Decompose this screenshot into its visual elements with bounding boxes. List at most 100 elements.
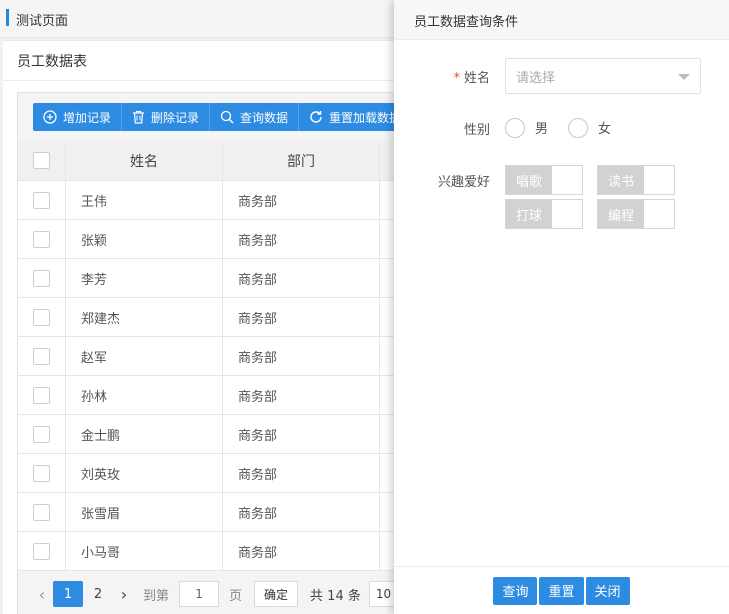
hobby-row: 兴趣爱好 唱歌 读书 打球 编程	[394, 165, 729, 229]
gender-male-radio[interactable]: 男	[505, 117, 549, 138]
cell-dept: 商务部	[223, 298, 380, 336]
gender-male-label: 男	[535, 122, 549, 137]
reset-button[interactable]: 重置	[539, 576, 584, 605]
row-select-cell	[18, 532, 66, 570]
name-select[interactable]: 请选择	[505, 58, 701, 94]
reload-data-label: 重置加载数据	[329, 110, 402, 125]
cell-dept: 商务部	[223, 454, 380, 492]
search-icon	[220, 110, 234, 124]
page-unit-label: 页	[229, 588, 243, 604]
tab-indicator	[6, 9, 9, 26]
cell-name: 金士鹏	[66, 415, 223, 453]
radio-circle	[568, 117, 589, 138]
hobby-switch-label: 读书	[598, 166, 644, 194]
row-checkbox[interactable]	[33, 308, 50, 326]
name-label-wrap: * 姓名	[394, 58, 505, 94]
next-page-icon[interactable]: ›	[113, 585, 135, 604]
row-select-cell	[18, 259, 66, 297]
column-header-name[interactable]: 姓名	[66, 141, 223, 180]
row-select-cell	[18, 220, 66, 258]
name-label: 姓名	[463, 71, 490, 86]
cell-name: 李芳	[66, 259, 223, 297]
drawer-footer: 查询 重置 关闭	[394, 566, 729, 614]
cell-name: 张颖	[66, 220, 223, 258]
row-checkbox[interactable]	[33, 464, 50, 482]
toolbar: 增加记录 删除记录 查询数据 重置加载数据	[33, 103, 413, 131]
row-checkbox[interactable]	[33, 269, 50, 287]
goto-confirm-button[interactable]: 确定	[254, 581, 299, 607]
cell-name: 张雪眉	[66, 493, 223, 531]
cell-name: 郑建杰	[66, 298, 223, 336]
hobby-label: 兴趣爱好	[437, 175, 490, 190]
add-record-label: 增加记录	[63, 110, 112, 125]
goto-label: 到第	[143, 588, 170, 604]
header-select-cell	[18, 141, 66, 180]
name-select-placeholder: 请选择	[516, 70, 556, 86]
cell-dept: 商务部	[223, 376, 380, 414]
trash-icon	[133, 110, 145, 124]
cell-dept: 商务部	[223, 532, 380, 570]
row-checkbox[interactable]	[33, 347, 50, 365]
column-header-dept[interactable]: 部门	[223, 141, 380, 180]
query-data-label: 查询数据	[240, 110, 289, 125]
goto-page-input[interactable]	[179, 581, 220, 607]
hobby-switch-group: 唱歌 读书 打球 编程	[505, 165, 675, 229]
cell-name: 王伟	[66, 181, 223, 219]
radio-circle	[505, 117, 525, 138]
row-checkbox[interactable]	[33, 542, 50, 560]
cell-dept: 商务部	[223, 493, 380, 531]
row-select-cell	[18, 493, 66, 531]
drawer-title: 员工数据查询条件	[394, 0, 729, 40]
row-select-cell	[18, 181, 66, 219]
page-1-button[interactable]: 1	[53, 581, 83, 607]
row-select-cell	[18, 298, 66, 336]
row-checkbox[interactable]	[33, 230, 50, 248]
plus-circle-icon	[43, 110, 57, 124]
hobby-switch-label: 编程	[598, 200, 644, 228]
cell-dept: 商务部	[223, 220, 380, 258]
gender-female-radio[interactable]: 女	[568, 117, 612, 138]
chevron-down-icon	[678, 74, 690, 80]
gender-label: 性别	[463, 123, 490, 138]
hobby-switch-reading[interactable]: 读书	[597, 165, 675, 195]
hobby-switch-label: 打球	[506, 200, 552, 228]
query-drawer: 员工数据查询条件 * 姓名 请选择 性别 男 女 兴趣爱好 唱歌 读书 打球 编程…	[394, 0, 729, 614]
page-tab-title: 测试页面	[16, 14, 69, 29]
delete-record-label: 删除记录	[151, 110, 200, 125]
select-all-checkbox[interactable]	[33, 152, 50, 169]
hobby-switch-ball[interactable]: 打球	[505, 199, 583, 229]
panel-title: 员工数据表	[17, 54, 87, 70]
row-select-cell	[18, 415, 66, 453]
row-checkbox[interactable]	[33, 191, 50, 209]
row-checkbox[interactable]	[33, 503, 50, 521]
refresh-icon	[310, 111, 322, 123]
add-record-button[interactable]: 增加记录	[33, 103, 123, 131]
cell-name: 刘英玫	[66, 454, 223, 492]
gender-row: 性别 男 女	[394, 117, 729, 138]
cell-dept: 商务部	[223, 181, 380, 219]
query-data-button[interactable]: 查询数据	[210, 103, 300, 131]
hobby-switch-label: 唱歌	[506, 166, 552, 194]
cell-dept: 商务部	[223, 259, 380, 297]
row-select-cell	[18, 337, 66, 375]
name-row: * 姓名 请选择	[394, 58, 729, 94]
cell-name: 孙林	[66, 376, 223, 414]
hobby-switch-singing[interactable]: 唱歌	[505, 165, 583, 195]
row-select-cell	[18, 376, 66, 414]
page-2-button[interactable]: 2	[83, 581, 113, 607]
query-button[interactable]: 查询	[493, 576, 538, 605]
gender-female-label: 女	[598, 122, 612, 137]
delete-record-button[interactable]: 删除记录	[122, 103, 211, 131]
total-count: 共 14 条	[310, 588, 361, 604]
hobby-switch-coding[interactable]: 编程	[597, 199, 675, 229]
cell-dept: 商务部	[223, 415, 380, 453]
required-mark: *	[453, 71, 460, 86]
row-checkbox[interactable]	[33, 386, 50, 404]
row-select-cell	[18, 454, 66, 492]
cell-dept: 商务部	[223, 337, 380, 375]
cell-name: 赵军	[66, 337, 223, 375]
prev-page-icon[interactable]: ‹	[31, 585, 53, 604]
gender-radio-group: 男 女	[505, 117, 631, 138]
close-button[interactable]: 关闭	[585, 576, 630, 605]
row-checkbox[interactable]	[33, 425, 50, 443]
